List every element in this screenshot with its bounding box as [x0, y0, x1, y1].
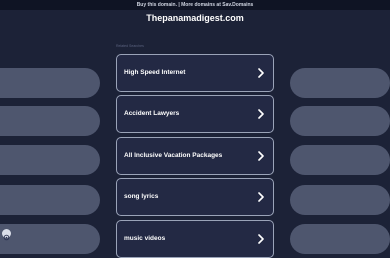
chevron-right-icon: [258, 109, 264, 119]
search-link-music-videos[interactable]: music videos: [116, 220, 274, 258]
right-side-pill: [290, 224, 390, 254]
left-side-pill: [0, 68, 100, 98]
search-link-label: song lyrics: [124, 193, 159, 200]
right-side-pill: [290, 68, 390, 98]
left-side-pill: [0, 145, 100, 175]
related-searches-label: Related Searches: [116, 44, 144, 48]
chevron-right-icon: [258, 68, 264, 78]
search-link-song-lyrics[interactable]: song lyrics: [116, 178, 274, 216]
left-side-pill: [0, 185, 100, 215]
chevron-right-icon: [258, 151, 264, 161]
right-side-pill: [290, 145, 390, 175]
top-banner[interactable]: Buy this domain. | More domains at Sav.D…: [0, 0, 390, 10]
chevron-right-icon: [258, 192, 264, 202]
search-link-label: music videos: [124, 235, 166, 242]
search-link-label: High Speed Internet: [124, 69, 186, 76]
right-side-pill: [290, 106, 390, 136]
privacy-icon[interactable]: [2, 229, 11, 241]
search-link-accident-lawyers[interactable]: Accident Lawyers: [116, 95, 274, 133]
left-side-pill: [0, 224, 100, 254]
search-link-label: All Inclusive Vacation Packages: [124, 152, 223, 159]
left-side-pill: [0, 106, 100, 136]
search-link-all-inclusive-vacation-packages[interactable]: All Inclusive Vacation Packages: [116, 137, 274, 175]
search-link-label: Accident Lawyers: [124, 110, 180, 117]
chevron-right-icon: [258, 234, 264, 244]
right-side-pill: [290, 185, 390, 215]
domain-title: Thepanamadigest.com: [146, 13, 244, 23]
search-link-high-speed-internet[interactable]: High Speed Internet: [116, 54, 274, 92]
